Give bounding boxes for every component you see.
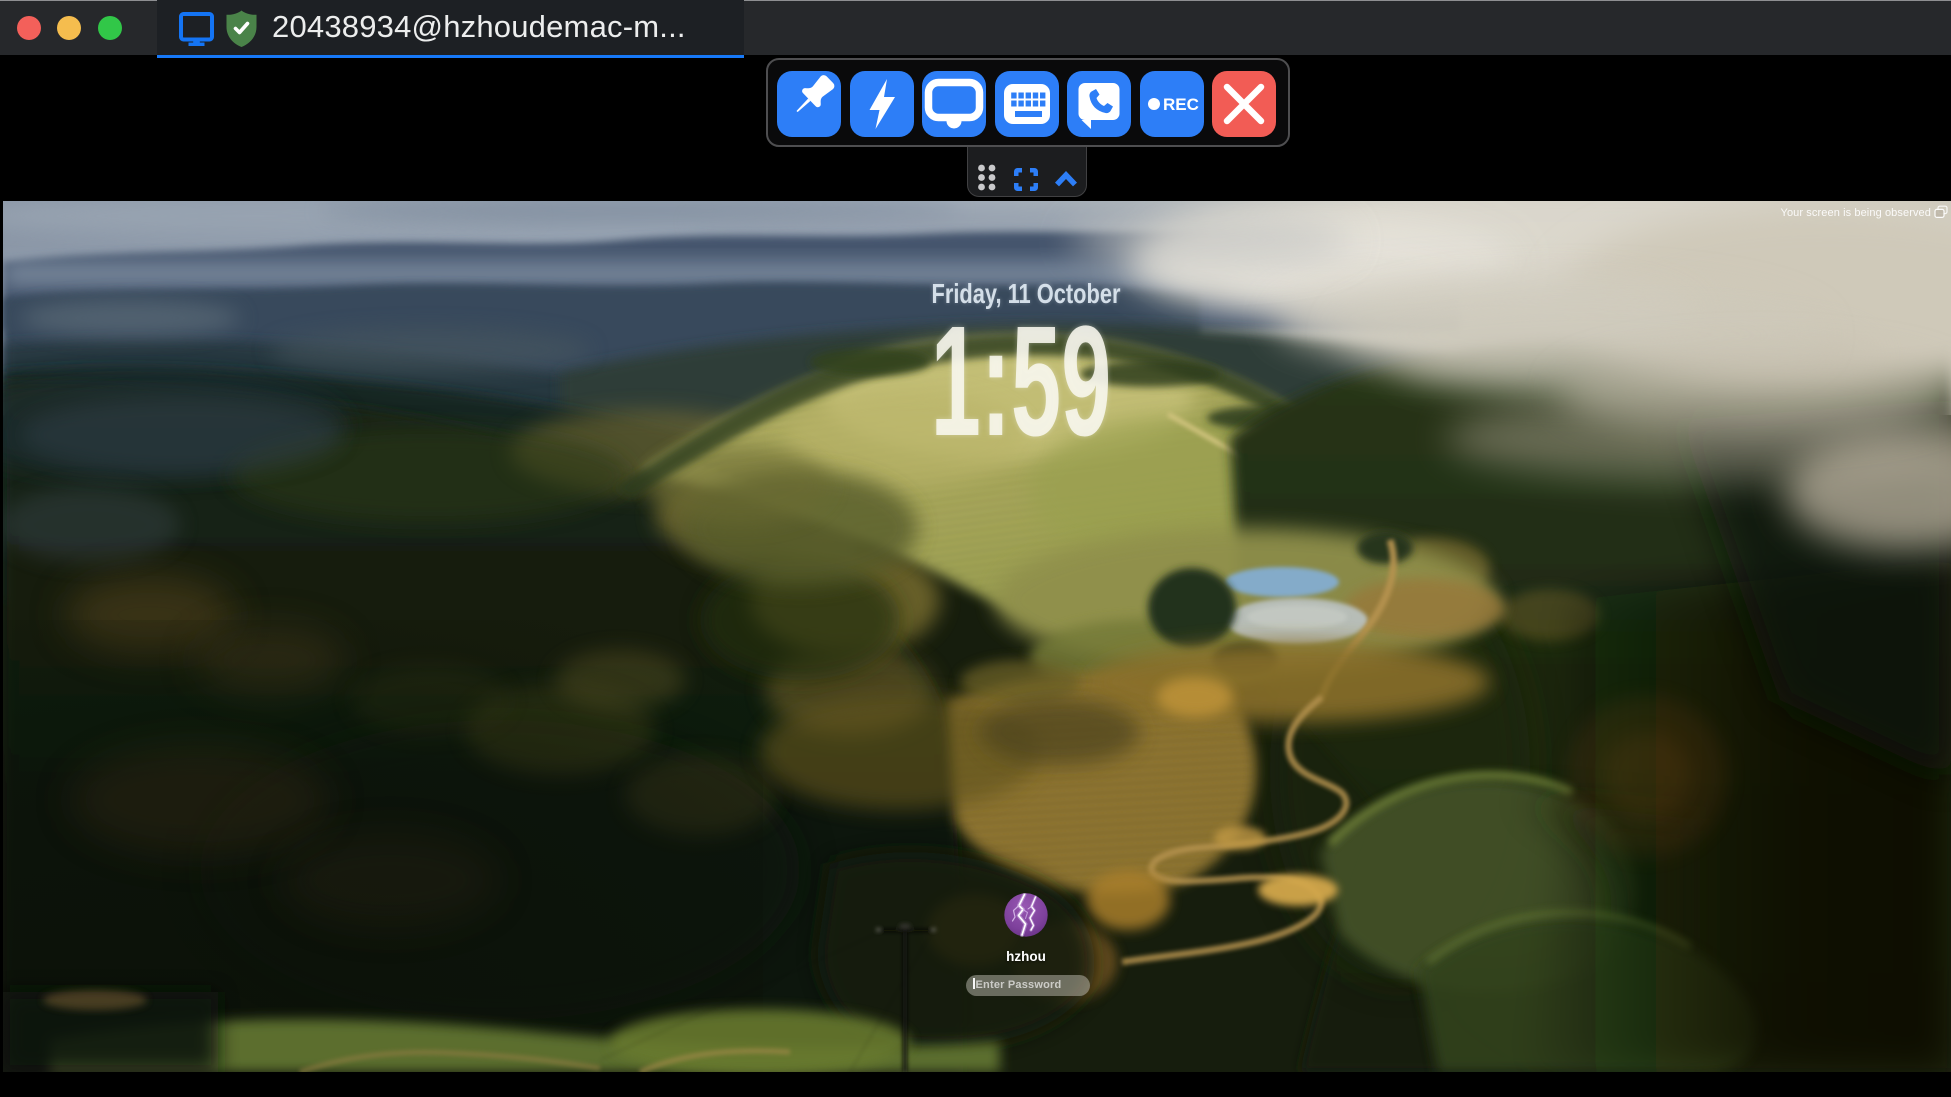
svg-text:REC: REC <box>1163 95 1199 114</box>
